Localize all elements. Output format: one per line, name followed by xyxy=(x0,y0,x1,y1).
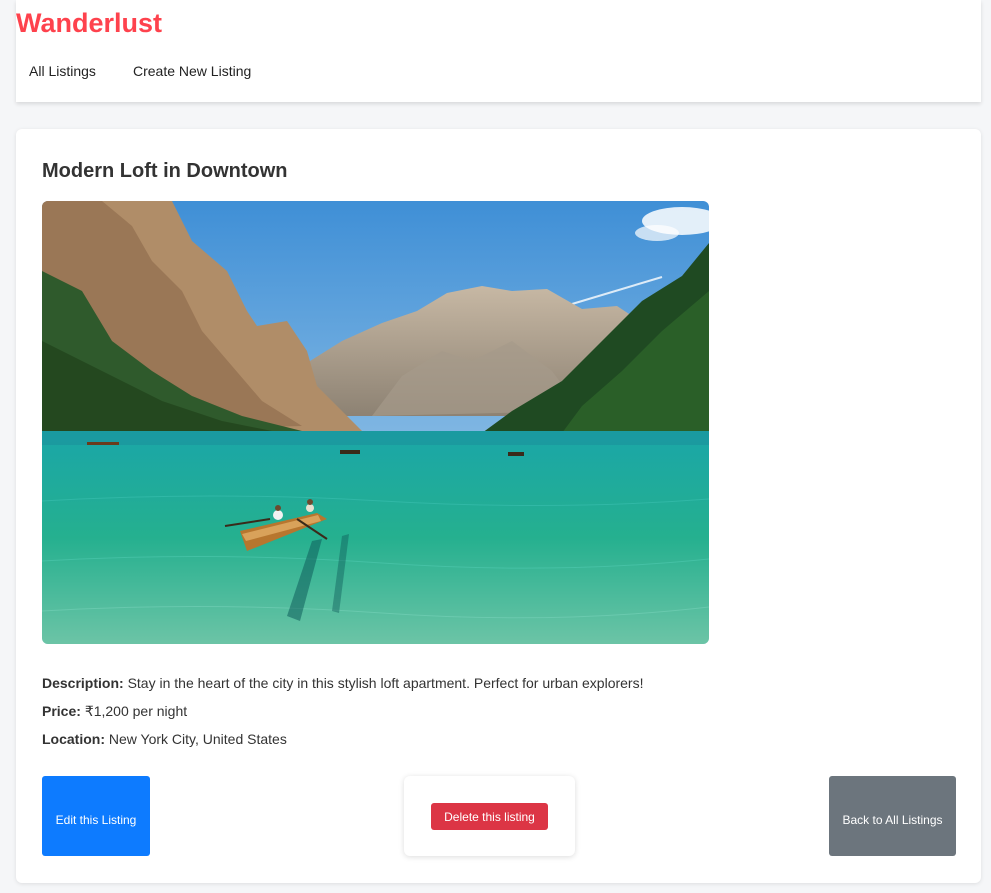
location-row: Location: New York City, United States xyxy=(42,731,287,747)
navbar: Wanderlust All Listings Create New Listi… xyxy=(16,0,981,102)
listing-image xyxy=(42,201,709,644)
back-to-listings-button[interactable]: Back to All Listings xyxy=(829,776,956,856)
description-row: Description: Stay in the heart of the ci… xyxy=(42,675,644,691)
edit-listing-button[interactable]: Edit this Listing xyxy=(42,776,150,856)
price-text: ₹1,200 per night xyxy=(84,703,188,719)
location-label: Location: xyxy=(42,731,105,747)
description-label: Description: xyxy=(42,675,124,691)
description-text: Stay in the heart of the city in this st… xyxy=(127,675,644,691)
delete-listing-button[interactable]: Delete this listing xyxy=(431,803,548,830)
location-text: New York City, United States xyxy=(108,731,287,747)
listing-card: Modern Loft in Downtown Description: Sta… xyxy=(16,129,981,883)
price-row: Price: ₹1,200 per night xyxy=(42,703,187,720)
price-label: Price: xyxy=(42,703,81,719)
listing-title: Modern Loft in Downtown xyxy=(42,160,288,182)
delete-form: Delete this listing xyxy=(404,776,575,856)
brand-logo[interactable]: Wanderlust xyxy=(16,8,162,39)
nav-all-listings[interactable]: All Listings xyxy=(29,63,96,79)
nav-create-listing[interactable]: Create New Listing xyxy=(133,63,251,79)
